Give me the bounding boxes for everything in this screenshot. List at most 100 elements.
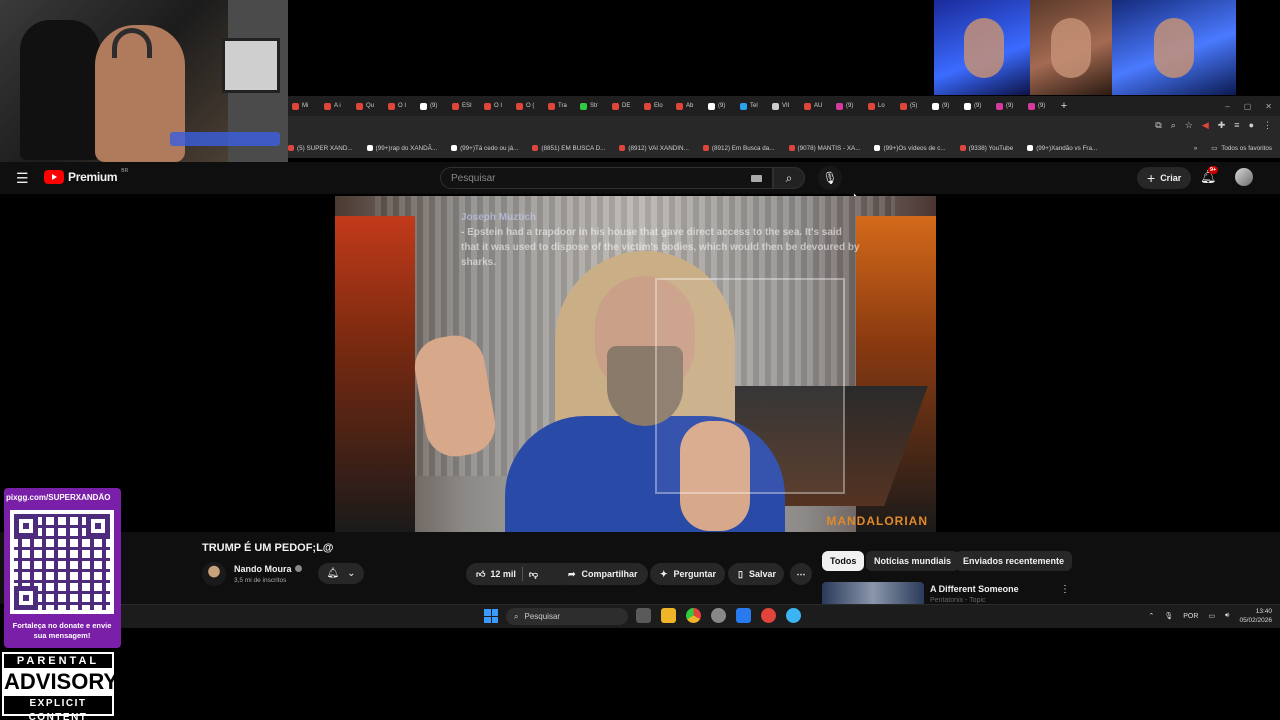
- like-divider: [521, 567, 523, 581]
- bookmarks-overflow-button[interactable]: »: [1194, 145, 1198, 152]
- browser-tab[interactable]: (9): [960, 98, 992, 114]
- language-indicator[interactable]: POR: [1183, 613, 1198, 620]
- media-controls-icon[interactable]: ≡: [1234, 120, 1239, 131]
- bookmark-item[interactable]: (9078) MANTIS - XA...: [788, 145, 860, 152]
- install-app-icon[interactable]: ⧉: [1155, 120, 1161, 131]
- browser-tab[interactable]: O I: [480, 98, 512, 114]
- share-button[interactable]: ➦ Compartilhar: [558, 563, 648, 585]
- maximize-icon[interactable]: ▢: [1244, 102, 1252, 111]
- browser-tab[interactable]: (9): [1024, 98, 1056, 114]
- browser-tab[interactable]: O I: [384, 98, 416, 114]
- voice-search-button[interactable]: 🎙︎: [818, 166, 842, 190]
- bookmark-item[interactable]: (99+)rap do XANDÃ...: [366, 145, 437, 152]
- app-red-icon[interactable]: [761, 608, 776, 623]
- extensions-icon[interactable]: ✚: [1218, 120, 1226, 131]
- browser-tab[interactable]: DE: [608, 98, 640, 114]
- bookmark-item[interactable]: (8851) EM BUSCA D...: [532, 145, 605, 152]
- bookmark-item[interactable]: (8912) VAI XANDIN...: [619, 145, 689, 152]
- bell-icon: 🔔︎: [326, 568, 340, 579]
- filter-chip[interactable]: Notícias mundiais: [866, 551, 960, 571]
- browser-tab[interactable]: Mi: [288, 98, 320, 114]
- keyboard-icon[interactable]: [751, 175, 762, 182]
- browser-tab[interactable]: (5): [896, 98, 928, 114]
- browser-tab[interactable]: (9): [416, 98, 448, 114]
- search-button[interactable]: ⌕: [773, 167, 805, 189]
- browser-tab[interactable]: Str: [576, 98, 608, 114]
- subscription-bell-button[interactable]: 🔔︎ ⌄: [318, 563, 364, 584]
- taskbar-apps: [636, 608, 801, 623]
- create-button[interactable]: + Criar: [1137, 167, 1192, 189]
- tab-favicon-icon: [324, 102, 331, 110]
- youtube-premium-logo[interactable]: Premium BR: [44, 168, 129, 184]
- region-code: BR: [121, 168, 129, 174]
- filter-chip[interactable]: Todos: [822, 551, 865, 571]
- browser-tab[interactable]: VII: [768, 98, 800, 114]
- steam-icon[interactable]: [736, 608, 751, 623]
- taskbar-clock[interactable]: 13:40 05/02/2026: [1239, 607, 1272, 625]
- chevron-down-icon: ⌄: [347, 568, 356, 579]
- account-avatar[interactable]: [1235, 168, 1253, 186]
- new-tab-button[interactable]: +: [1056, 100, 1072, 112]
- profile-icon[interactable]: ●: [1249, 120, 1254, 131]
- ask-button[interactable]: ✦ Perguntar: [650, 563, 725, 585]
- recommendation-title[interactable]: A Different Someone: [930, 584, 1019, 594]
- like-button[interactable]: 👍︎ 12 mil: [476, 569, 516, 580]
- all-bookmarks-button[interactable]: ▭ Todos os favoritos: [1211, 145, 1272, 152]
- browser-tab[interactable]: Tel: [736, 98, 768, 114]
- channel-avatar[interactable]: [202, 562, 226, 586]
- save-button[interactable]: ▯ Salvar: [728, 563, 784, 585]
- bookmark-favicon-icon: [288, 145, 294, 151]
- browser-tab[interactable]: (9): [704, 98, 736, 114]
- browser-tab[interactable]: Lo: [864, 98, 896, 114]
- filter-chip[interactable]: Enviados recentemente: [955, 551, 1073, 571]
- browser-tab[interactable]: (9): [928, 98, 960, 114]
- qr-finder-top-left: [14, 514, 38, 538]
- bookmark-item[interactable]: (99+)Xandão vs Fra...: [1027, 145, 1097, 152]
- bookmark-item[interactable]: (99+)Tá cedo ou já...: [451, 145, 518, 152]
- volume-icon[interactable]: 🔊︎: [1225, 612, 1229, 620]
- windows-start-icon[interactable]: [484, 609, 498, 623]
- browser-tab[interactable]: ESI: [448, 98, 480, 114]
- bookmark-item[interactable]: (5) SUPER XAND...: [288, 145, 353, 152]
- app-blue-icon[interactable]: [786, 608, 801, 623]
- browser-tab[interactable]: A i: [320, 98, 352, 114]
- network-icon[interactable]: ▭: [1208, 612, 1215, 620]
- browser-tab[interactable]: Tra: [544, 98, 576, 114]
- thumbs-down-icon[interactable]: 👎︎: [529, 569, 538, 580]
- browser-tab[interactable]: (9): [992, 98, 1024, 114]
- more-actions-button[interactable]: ⋯: [790, 563, 812, 585]
- settings-gear-icon[interactable]: [711, 608, 726, 623]
- menu-kebab-icon[interactable]: ⋮: [1263, 120, 1272, 131]
- zoom-icon[interactable]: ⌕: [1171, 120, 1176, 131]
- browser-tab[interactable]: O (: [512, 98, 544, 114]
- recommendation-menu-icon[interactable]: ⋮: [1060, 584, 1070, 595]
- browser-tab[interactable]: Ab: [672, 98, 704, 114]
- browser-tab[interactable]: Elo: [640, 98, 672, 114]
- browser-tab[interactable]: AU: [800, 98, 832, 114]
- logo-text: Premium: [68, 170, 118, 184]
- browser-tab[interactable]: Qu: [352, 98, 384, 114]
- qr-code: [10, 510, 114, 614]
- tray-mic-icon[interactable]: 🎙︎: [1164, 612, 1173, 620]
- tab-label: (9): [974, 103, 982, 109]
- search-input[interactable]: [441, 168, 721, 189]
- minimize-icon[interactable]: –: [1225, 102, 1229, 111]
- recommendation-thumbnail[interactable]: [822, 582, 924, 604]
- bookmark-item[interactable]: (8912) Em Busca da...: [702, 145, 775, 152]
- bookmark-item[interactable]: (9338) YouTube: [959, 145, 1013, 152]
- taskbar-search[interactable]: ⌕ Pesquisar: [506, 608, 628, 625]
- tray-chevron-icon[interactable]: ⌃: [1148, 612, 1154, 620]
- streamer-webcam: [0, 0, 288, 162]
- browser-tab[interactable]: (9): [832, 98, 864, 114]
- video-player[interactable]: Joseph Muztich - Epstein had a trapdoor …: [335, 196, 936, 532]
- bookmark-star-icon[interactable]: ☆: [1185, 120, 1193, 131]
- file-explorer-icon[interactable]: [661, 608, 676, 623]
- tab-label: A i: [334, 103, 341, 109]
- hamburger-menu-icon[interactable]: ☰: [16, 170, 29, 187]
- task-view-icon[interactable]: [636, 608, 651, 623]
- close-icon[interactable]: ✕: [1265, 102, 1272, 111]
- bookmark-item[interactable]: (99+)Os vídeos de c...: [874, 145, 946, 152]
- channel-name-link[interactable]: Nando Moura: [234, 564, 302, 574]
- chrome-icon[interactable]: [686, 608, 701, 623]
- audio-playing-icon[interactable]: ◀: [1202, 120, 1209, 131]
